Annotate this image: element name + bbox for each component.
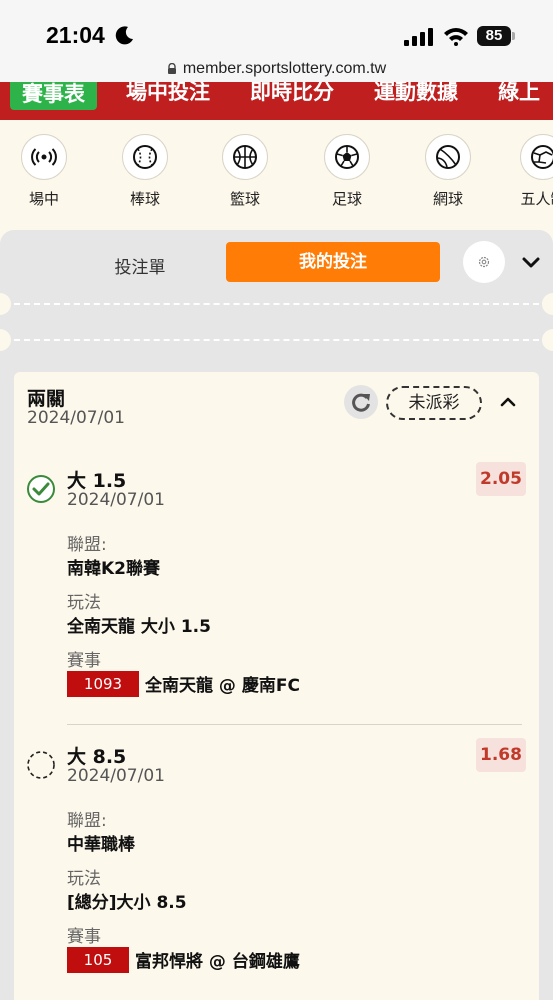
chevron-up-icon[interactable] [498, 392, 518, 412]
sport-label: 網球 [432, 190, 463, 208]
game-name: 全南天龍 @ 慶南FC [145, 676, 300, 696]
leg-date: 2024/07/01 [67, 766, 165, 786]
game-name: 富邦悍將 @ 台鋼雄鷹 [135, 952, 300, 972]
url-bar[interactable]: member.sportslottery.com.tw [0, 60, 553, 78]
leg-date: 2024/07/01 [67, 490, 165, 510]
wifi-icon [444, 28, 468, 46]
tab-my-bets[interactable]: 我的投注 [226, 242, 440, 282]
sport-basketball[interactable]: 籃球 [210, 134, 280, 209]
moon-icon [115, 26, 133, 45]
sport-tennis[interactable]: 網球 [413, 134, 483, 209]
bet-slip-panel: 投注單 我的投注 兩關 2024/07/01 未派彩 大 1.5 2024/07… [0, 230, 553, 1000]
settings-button[interactable] [463, 241, 505, 283]
tennis-ball-icon [436, 145, 460, 169]
status-bar: 21:04 85 member.sportslottery.com.tw [0, 0, 553, 90]
game-number: 105 [67, 947, 129, 973]
sport-live[interactable]: 場中 [9, 134, 79, 209]
sport-label: 場中 [28, 190, 59, 208]
notch [0, 293, 11, 315]
divider [14, 303, 539, 305]
bet-date: 2024/07/01 [27, 408, 125, 428]
odds-badge: 1.68 [476, 738, 526, 772]
league-value: 中華職棒 [67, 835, 135, 855]
notch [0, 329, 11, 351]
sport-soccer[interactable]: 足球 [312, 134, 382, 209]
gear-icon [478, 256, 490, 268]
market-label: 玩法 [67, 869, 101, 889]
tab-schedule[interactable]: 賽事表 [10, 82, 97, 110]
signal-icon [404, 28, 433, 46]
status-time: 21:04 [46, 22, 105, 48]
divider [67, 724, 522, 725]
event-label: 賽事 [67, 651, 101, 671]
baseball-icon [133, 145, 157, 169]
event-label: 賽事 [67, 927, 101, 947]
market-label: 玩法 [67, 593, 101, 613]
league-label: 聯盟: [67, 811, 107, 831]
refresh-icon [352, 393, 370, 412]
lock-icon [167, 63, 176, 74]
basketball-icon [233, 145, 257, 169]
sport-label: 棒球 [129, 190, 160, 208]
bet-type: 兩關 [27, 388, 66, 410]
pending-circle-icon [27, 751, 55, 779]
league-label: 聯盟: [67, 535, 107, 555]
status-badge: 未派彩 [386, 386, 482, 420]
check-circle-icon [27, 475, 55, 503]
bet-card: 兩關 2024/07/01 未派彩 大 1.5 2024/07/01 2.05 … [14, 372, 539, 1000]
tab-live-betting[interactable]: 場中投注 [126, 82, 210, 106]
game-number: 1093 [67, 671, 139, 697]
sports-bar: 場中 棒球 籃球 足球 網球 五人 [0, 124, 553, 220]
league-value: 南韓K2聯賽 [67, 559, 161, 579]
divider [14, 339, 539, 341]
futsal-icon [531, 145, 553, 169]
sport-futsal[interactable]: 五人制 [508, 134, 553, 209]
notch [542, 329, 553, 351]
tab-live-score[interactable]: 即時比分 [250, 82, 334, 106]
tab-sports-data[interactable]: 運動數據 [374, 82, 458, 106]
selection: 大 8.5 [67, 746, 127, 768]
chevron-down-icon[interactable] [518, 252, 544, 272]
tab-bet-slip[interactable]: 投注單 [70, 250, 210, 286]
url-text: member.sportslottery.com.tw [182, 60, 387, 77]
top-nav: 賽事表 場中投注 即時比分 運動數據 綠上 [0, 82, 553, 120]
sport-baseball[interactable]: 棒球 [110, 134, 180, 209]
tab-more[interactable]: 綠上 [498, 82, 540, 106]
sport-label: 足球 [331, 190, 362, 208]
selection: 大 1.5 [67, 470, 127, 492]
sport-label: 籃球 [229, 190, 260, 208]
notch [542, 293, 553, 315]
sport-label: 五人制 [520, 190, 553, 208]
market-value: 全南天龍 大小 1.5 [67, 617, 211, 637]
market-value: [總分]大小 8.5 [67, 893, 187, 913]
odds-badge: 2.05 [476, 462, 526, 496]
live-broadcast-icon [31, 148, 57, 166]
battery-icon: 85 [477, 26, 515, 46]
soccer-ball-icon [335, 145, 359, 169]
refresh-button[interactable] [344, 385, 378, 419]
